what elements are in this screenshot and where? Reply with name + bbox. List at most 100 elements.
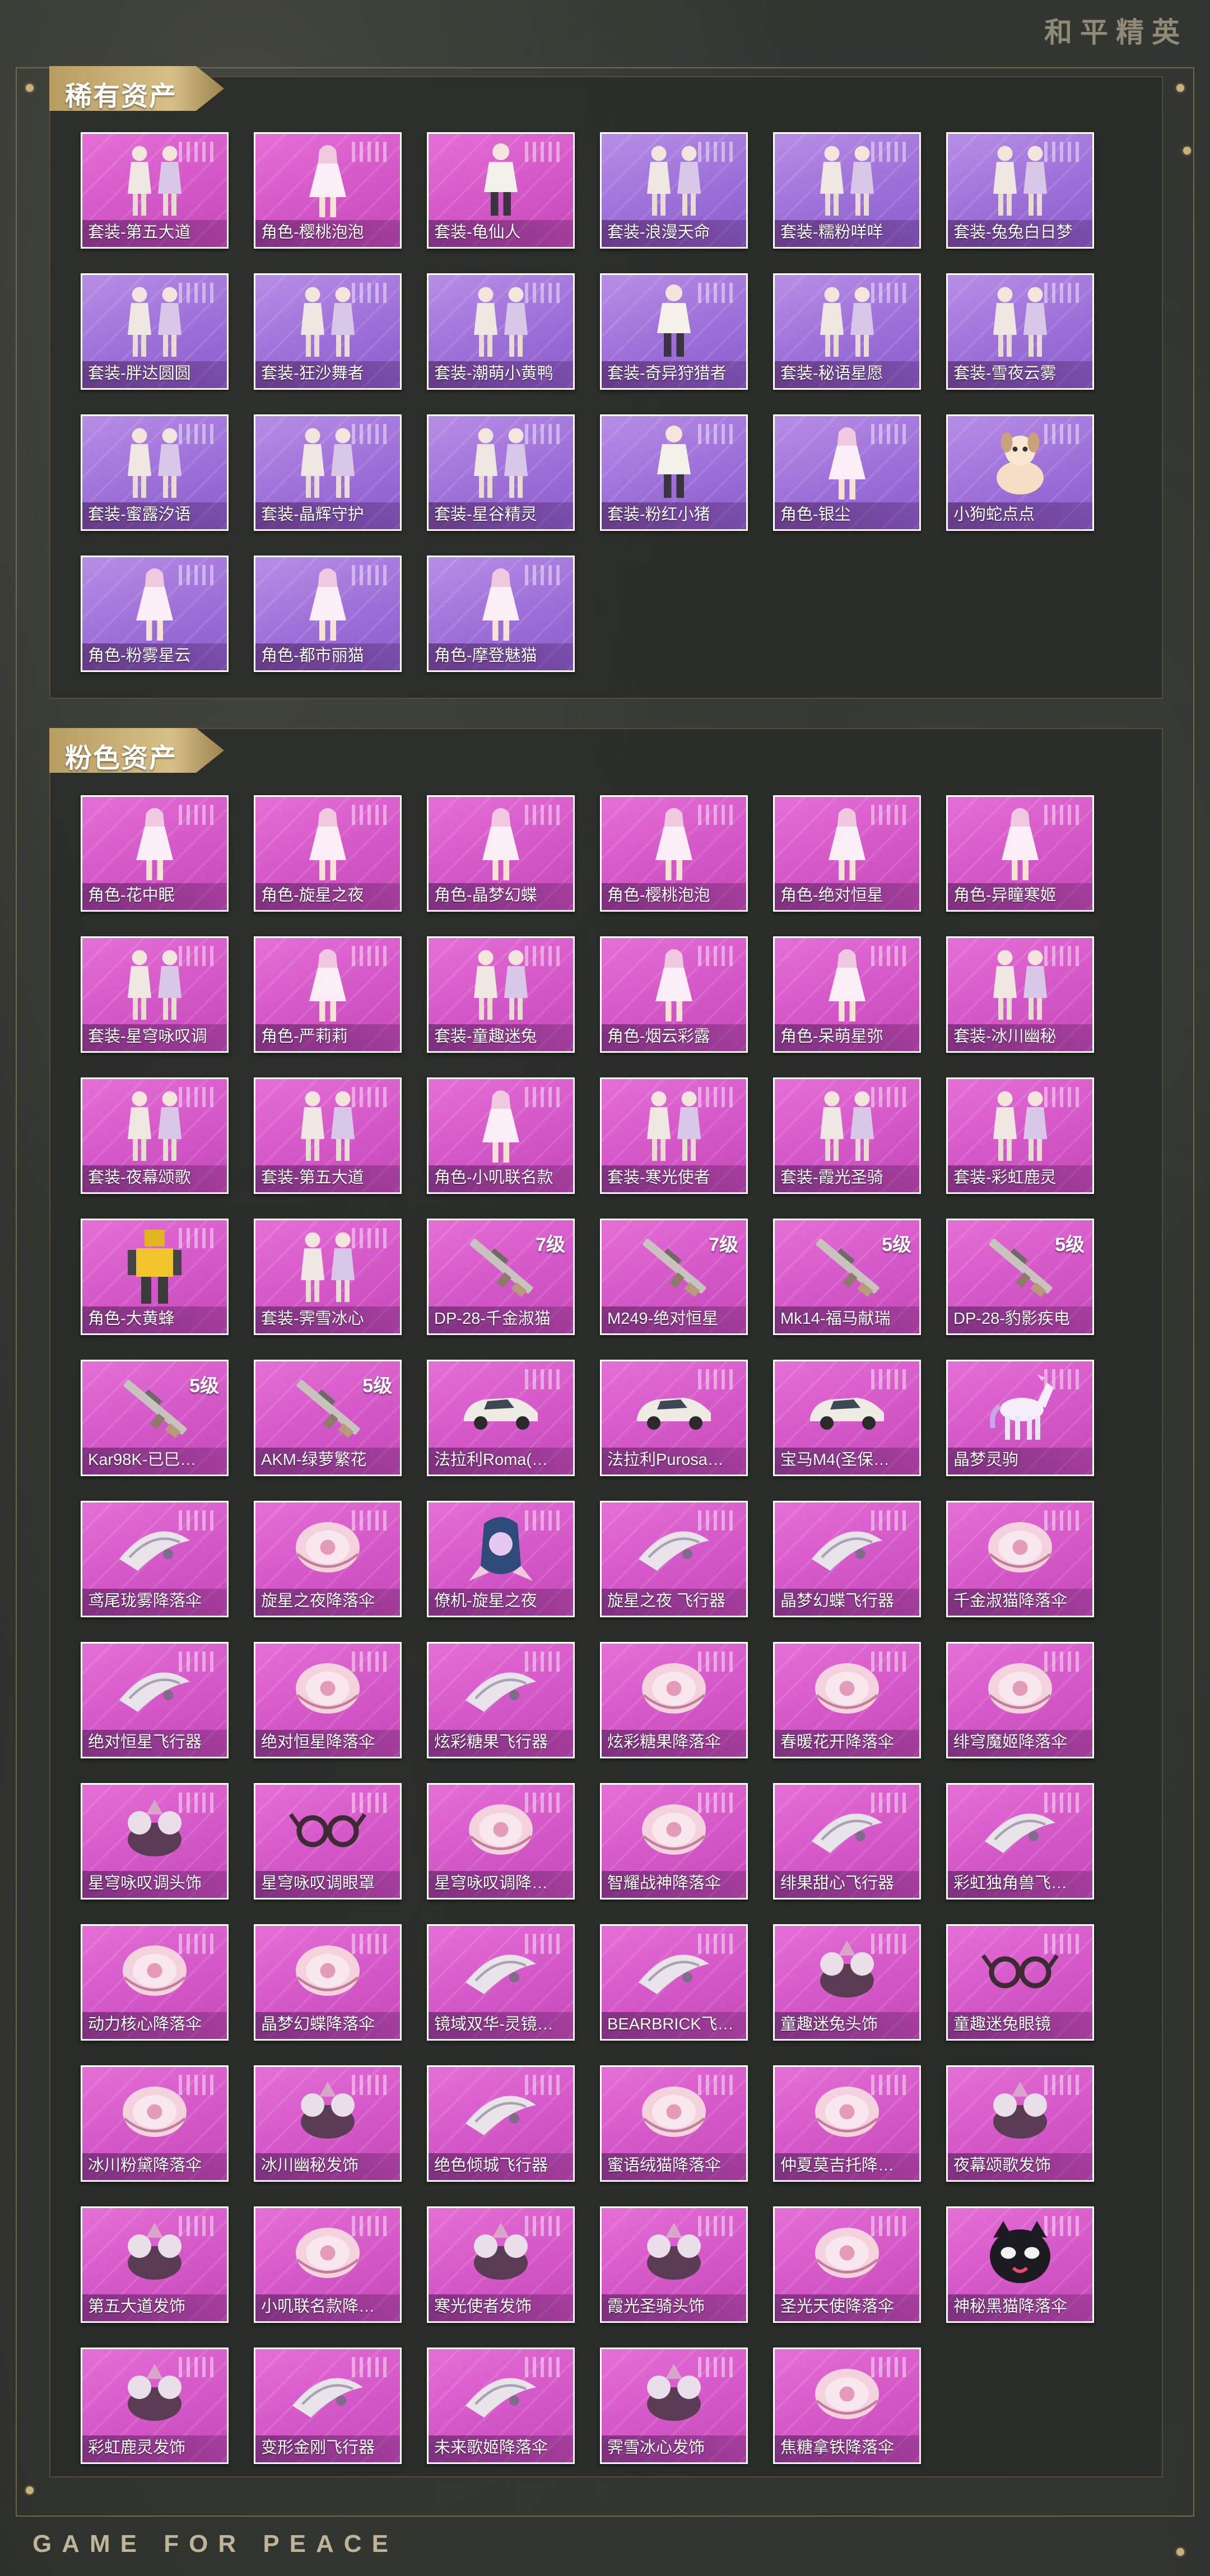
asset-card[interactable]: 绝对恒星飞行器 — [81, 1642, 229, 1758]
asset-card[interactable]: 旋星之夜 飞行器 — [600, 1501, 748, 1617]
asset-card[interactable]: 套装-夜幕颂歌 — [81, 1077, 229, 1194]
asset-card[interactable]: 套装-雪夜云雾 — [946, 273, 1094, 390]
asset-card[interactable]: 晶梦灵驹 — [946, 1360, 1094, 1476]
parachute-icon — [286, 1648, 370, 1732]
asset-card[interactable]: 星穹咏叹调眼罩 — [254, 1783, 402, 1900]
asset-card[interactable]: 套装-胖达圆圆 — [81, 273, 229, 390]
asset-card[interactable]: 彩虹鹿灵发饰 — [81, 2348, 229, 2464]
asset-card[interactable]: 绯果甜心飞行器 — [773, 1783, 921, 1900]
asset-card[interactable]: 动力核心降落伞 — [81, 1924, 229, 2041]
asset-name: 套装-潮萌小黄鸭 — [434, 365, 553, 382]
asset-card[interactable]: 焦糖拿铁降落伞 — [773, 2348, 921, 2464]
asset-card[interactable]: 彩虹独角兽飞… — [946, 1783, 1094, 1900]
asset-card[interactable]: BEARBRICK飞… — [600, 1924, 748, 2041]
outfit-pair-icon — [286, 1225, 370, 1309]
asset-card[interactable]: 套装-霞光圣骑 — [773, 1077, 921, 1194]
asset-card[interactable]: 旋星之夜降落伞 — [254, 1501, 402, 1617]
asset-name: 动力核心降落伞 — [88, 2015, 202, 2033]
asset-card[interactable]: 小叽联名款降… — [254, 2206, 402, 2323]
outfit-pair-icon — [805, 279, 889, 363]
asset-card[interactable]: 套装-蜜露汐语 — [81, 414, 229, 531]
asset-card[interactable]: 圣光天使降落伞 — [773, 2206, 921, 2323]
asset-card[interactable]: 5级 Mk14-福马献瑞 — [773, 1219, 921, 1335]
asset-card[interactable]: 套装-寒光使者 — [600, 1077, 748, 1194]
asset-card[interactable]: 冰川幽秘发饰 — [254, 2065, 402, 2182]
asset-card[interactable]: 套装-晶辉守护 — [254, 414, 402, 531]
asset-card[interactable]: 第五大道发饰 — [81, 2206, 229, 2323]
asset-card[interactable]: 角色-樱桃泡泡 — [600, 795, 748, 912]
asset-card[interactable]: 晶梦幻蝶降落伞 — [254, 1924, 402, 2041]
asset-card[interactable]: 鸢尾珑雾降落伞 — [81, 1501, 229, 1617]
asset-card[interactable]: 蜜语绒猫降落伞 — [600, 2065, 748, 2182]
asset-card[interactable]: 仲夏莫吉托降… — [773, 2065, 921, 2182]
asset-card[interactable]: 套装-彩虹鹿灵 — [946, 1077, 1094, 1194]
asset-card[interactable]: 角色-大黄蜂 — [81, 1219, 229, 1335]
asset-card[interactable]: 僚机-旋星之夜 — [427, 1501, 575, 1617]
asset-card[interactable]: 宝马M4(圣保… — [773, 1360, 921, 1476]
asset-card[interactable]: 夜幕颂歌发饰 — [946, 2065, 1094, 2182]
asset-card[interactable]: 套装-奇异狩猎者 — [600, 273, 748, 390]
asset-card[interactable]: 角色-摩登魅猫 — [427, 556, 575, 672]
asset-card[interactable]: 角色-烟云彩露 — [600, 936, 748, 1053]
asset-card[interactable]: 套装-霁雪冰心 — [254, 1219, 402, 1335]
asset-card[interactable]: 角色-严莉莉 — [254, 936, 402, 1053]
asset-card[interactable]: 角色-小叽联名款 — [427, 1077, 575, 1194]
asset-card[interactable]: 套装-星谷精灵 — [427, 414, 575, 531]
asset-card[interactable]: 镜域双华-灵镜… — [427, 1924, 575, 2041]
asset-card[interactable]: 法拉利Purosa… — [600, 1360, 748, 1476]
asset-card[interactable]: 绯穹魔姬降落伞 — [946, 1642, 1094, 1758]
asset-card[interactable]: 角色-旋星之夜 — [254, 795, 402, 912]
asset-card[interactable]: 绝对恒星降落伞 — [254, 1642, 402, 1758]
asset-card[interactable]: 角色-粉雾星云 — [81, 556, 229, 672]
headwear-icon — [113, 2354, 197, 2438]
asset-card[interactable]: 7级 DP-28-千金淑猫 — [427, 1219, 575, 1335]
asset-card[interactable]: 智耀战神降落伞 — [600, 1783, 748, 1900]
asset-card[interactable]: 套装-秘语星愿 — [773, 273, 921, 390]
asset-card[interactable]: 星穹咏叹调降… — [427, 1783, 575, 1900]
asset-card[interactable]: 角色-晶梦幻蝶 — [427, 795, 575, 912]
asset-card[interactable]: 套装-第五大道 — [81, 132, 229, 249]
asset-card[interactable]: 角色-樱桃泡泡 — [254, 132, 402, 249]
asset-card[interactable]: 套装-浪漫天命 — [600, 132, 748, 249]
asset-card[interactable]: 星穹咏叹调头饰 — [81, 1783, 229, 1900]
asset-card[interactable]: 童趣迷兔头饰 — [773, 1924, 921, 2041]
asset-card[interactable]: 套装-第五大道 — [254, 1077, 402, 1194]
asset-card[interactable]: 霞光圣骑头饰 — [600, 2206, 748, 2323]
asset-card[interactable]: 寒光使者发饰 — [427, 2206, 575, 2323]
asset-card[interactable]: 套装-龟仙人 — [427, 132, 575, 249]
asset-card[interactable]: 套装-粉红小猪 — [600, 414, 748, 531]
asset-card[interactable]: 角色-花中眠 — [81, 795, 229, 912]
asset-card[interactable]: 角色-异瞳寒姬 — [946, 795, 1094, 912]
asset-card[interactable]: 千金淑猫降落伞 — [946, 1501, 1094, 1617]
asset-card[interactable]: 变形金刚飞行器 — [254, 2348, 402, 2464]
asset-card[interactable]: 5级 AKM-绿萝繁花 — [254, 1360, 402, 1476]
asset-card[interactable]: 角色-绝对恒星 — [773, 795, 921, 912]
asset-card[interactable]: 角色-银尘 — [773, 414, 921, 531]
asset-card[interactable]: 角色-呆萌星弥 — [773, 936, 921, 1053]
asset-card[interactable]: 套装-狂沙舞者 — [254, 273, 402, 390]
asset-card[interactable]: 角色-都市丽猫 — [254, 556, 402, 672]
asset-card[interactable]: 霁雪冰心发饰 — [600, 2348, 748, 2464]
corner-dot-bottom-right — [1176, 2548, 1184, 2556]
asset-card[interactable]: 套装-童趣迷兔 — [427, 936, 575, 1053]
asset-card[interactable]: 7级 M249-绝对恒星 — [600, 1219, 748, 1335]
asset-card[interactable]: 5级 DP-28-豹影疾电 — [946, 1219, 1094, 1335]
asset-card[interactable]: 炫彩糖果降落伞 — [600, 1642, 748, 1758]
asset-card[interactable]: 法拉利Roma(… — [427, 1360, 575, 1476]
asset-card[interactable]: 春暖花开降落伞 — [773, 1642, 921, 1758]
asset-name: 套装-雪夜云雾 — [953, 365, 1057, 382]
asset-card[interactable]: 神秘黑猫降落伞 — [946, 2206, 1094, 2323]
asset-card[interactable]: 绝色倾城飞行器 — [427, 2065, 575, 2182]
asset-card[interactable]: 套装-兔兔白日梦 — [946, 132, 1094, 249]
asset-card[interactable]: 套装-冰川幽秘 — [946, 936, 1094, 1053]
asset-card[interactable]: 童趣迷兔眼镜 — [946, 1924, 1094, 2041]
asset-card[interactable]: 套装-潮萌小黄鸭 — [427, 273, 575, 390]
asset-card[interactable]: 小狗蛇点点 — [946, 414, 1094, 531]
asset-card[interactable]: 套装-星穹咏叹调 — [81, 936, 229, 1053]
asset-card[interactable]: 冰川粉黛降落伞 — [81, 2065, 229, 2182]
asset-card[interactable]: 晶梦幻蝶飞行器 — [773, 1501, 921, 1617]
asset-card[interactable]: 5级 Kar98K-已巳… — [81, 1360, 229, 1476]
asset-card[interactable]: 未来歌姬降落伞 — [427, 2348, 575, 2464]
asset-card[interactable]: 炫彩糖果飞行器 — [427, 1642, 575, 1758]
asset-card[interactable]: 套装-糯粉咩咩 — [773, 132, 921, 249]
